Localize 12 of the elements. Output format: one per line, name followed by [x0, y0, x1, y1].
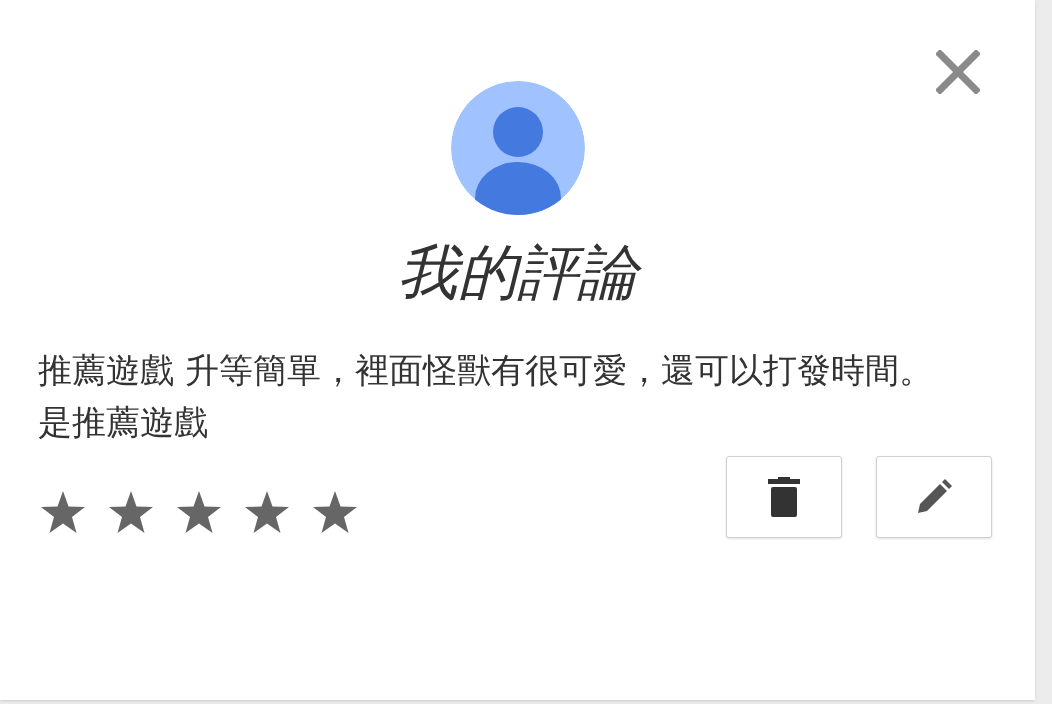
star-icon: [108, 490, 154, 534]
close-icon: [936, 50, 980, 94]
star-icon: [176, 490, 222, 534]
star-icon: [244, 490, 290, 534]
pencil-icon: [916, 479, 952, 515]
edit-button[interactable]: [876, 456, 992, 538]
star-icon: [312, 490, 358, 534]
delete-button[interactable]: [726, 456, 842, 538]
star-icon: [40, 490, 86, 534]
avatar-icon: [449, 80, 586, 216]
review-text: 推薦遊戲 升等簡單，裡面怪獸有很可愛，還可以打發時間。是推薦遊戲: [38, 349, 934, 444]
trash-icon: [768, 477, 800, 517]
